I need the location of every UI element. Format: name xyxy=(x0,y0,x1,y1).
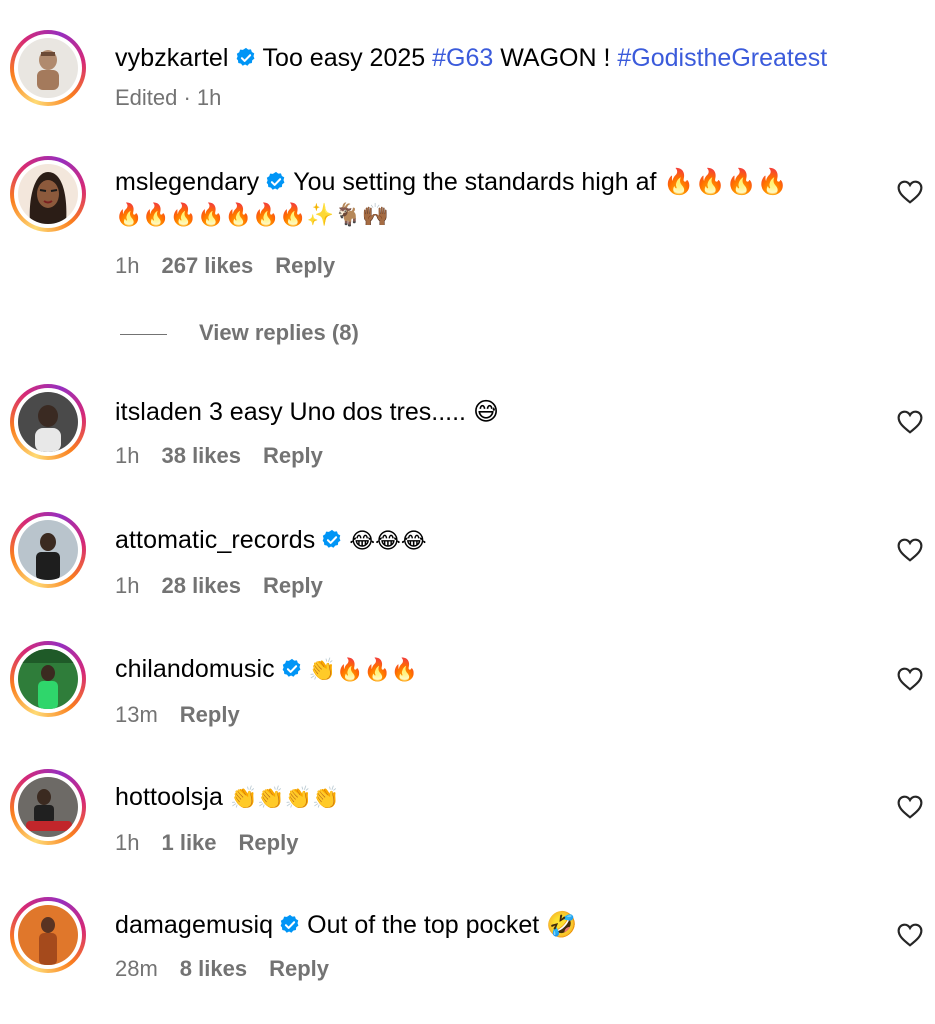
avatar[interactable] xyxy=(10,641,86,717)
verified-badge-icon xyxy=(323,529,341,548)
comment-text: 👏👏👏👏 xyxy=(229,786,340,811)
verified-badge-icon xyxy=(280,914,299,933)
username[interactable]: chilandomusic xyxy=(115,655,275,683)
likes-count[interactable]: 8 likes xyxy=(180,956,247,981)
comment-body: mslegendary You setting the standards hig… xyxy=(115,166,865,280)
comment-timestamp: 1h xyxy=(115,253,140,278)
username[interactable]: damagemusiq xyxy=(115,911,273,939)
edited-timestamp: Edited · 1h xyxy=(115,85,222,110)
avatar-image xyxy=(18,164,78,224)
comment-body: damagemusiq Out of the top pocket 🤣 28m 8 … xyxy=(115,909,865,983)
likes-count[interactable]: 267 likes xyxy=(161,253,253,278)
avatar-image xyxy=(18,520,78,580)
comment-text: Out of the top pocket 🤣 xyxy=(307,911,578,939)
username[interactable]: attomatic_records xyxy=(115,526,315,554)
reply-button[interactable]: Reply xyxy=(275,253,335,278)
verified-badge-icon xyxy=(236,47,254,66)
verified-badge-icon xyxy=(282,658,301,677)
reply-button[interactable]: Reply xyxy=(180,702,240,727)
likes-count[interactable]: 28 likes xyxy=(161,573,241,598)
comment-text: 😂😂😂 xyxy=(349,529,427,554)
reply-button[interactable]: Reply xyxy=(239,830,299,855)
comment-body: itsladen 3 easy Uno dos tres..... 😅 1h 38… xyxy=(115,396,865,470)
comment-text: 👏🔥🔥🔥 xyxy=(308,658,419,683)
username[interactable]: hottoolsja xyxy=(115,783,223,811)
like-heart-icon[interactable] xyxy=(897,410,923,434)
reply-button[interactable]: Reply xyxy=(263,573,323,598)
username[interactable]: mslegendary xyxy=(115,168,259,196)
caption-text: Too easy 2025 xyxy=(262,44,433,72)
comment-text: 🔥🔥🔥🔥🔥🔥🔥✨🐐🙌🏾 xyxy=(115,203,389,228)
hashtag-link[interactable]: #GodistheGreatest xyxy=(617,44,827,72)
post-caption: vybzkartel Too easy 2025 #G63 WAGON ! #Go… xyxy=(115,42,865,112)
avatar-image xyxy=(18,392,78,452)
hashtag-link[interactable]: #G63 xyxy=(432,44,493,72)
comment-body: hottoolsja 👏👏👏👏 1h 1 like Reply xyxy=(115,781,865,857)
reply-button[interactable]: Reply xyxy=(269,956,329,981)
likes-count[interactable]: 38 likes xyxy=(161,443,241,468)
comment-timestamp: 1h xyxy=(115,573,140,598)
avatar[interactable] xyxy=(10,512,86,588)
avatar[interactable] xyxy=(10,156,86,232)
reply-button[interactable]: Reply xyxy=(263,443,323,468)
comment-timestamp: 1h xyxy=(115,443,140,468)
avatar-image xyxy=(18,777,78,837)
likes-count[interactable]: 1 like xyxy=(161,830,216,855)
avatar-image xyxy=(18,905,78,965)
comment-timestamp: 28m xyxy=(115,956,158,981)
avatar[interactable] xyxy=(10,897,86,973)
comment-timestamp: 1h xyxy=(115,830,140,855)
comment-body: attomatic_records 😂😂😂 1h 28 likes Reply xyxy=(115,524,865,600)
caption-text: WAGON ! xyxy=(493,44,618,72)
like-heart-icon[interactable] xyxy=(897,180,923,204)
avatar[interactable] xyxy=(10,769,86,845)
comment-text: 3 easy Uno dos tres..... 😅 xyxy=(208,398,500,426)
username[interactable]: vybzkartel xyxy=(115,44,229,72)
like-heart-icon[interactable] xyxy=(897,923,923,947)
verified-badge-icon xyxy=(266,171,285,190)
comment-timestamp: 13m xyxy=(115,702,158,727)
avatar-image xyxy=(18,38,78,98)
like-heart-icon[interactable] xyxy=(897,795,923,819)
like-heart-icon[interactable] xyxy=(897,538,923,562)
avatar[interactable] xyxy=(10,384,86,460)
view-replies-button[interactable]: View replies (8) xyxy=(120,318,359,348)
avatar[interactable] xyxy=(10,30,86,106)
avatar-image xyxy=(18,649,78,709)
comment-body: chilandomusic 👏🔥🔥🔥 13m Reply xyxy=(115,653,865,729)
username[interactable]: itsladen xyxy=(115,398,202,426)
comments-page: vybzkartel Too easy 2025 #G63 WAGON ! #Go… xyxy=(0,0,935,1024)
like-heart-icon[interactable] xyxy=(897,667,923,691)
comment-text: You setting the standards high af 🔥🔥🔥🔥 xyxy=(293,168,788,196)
divider xyxy=(120,333,167,335)
